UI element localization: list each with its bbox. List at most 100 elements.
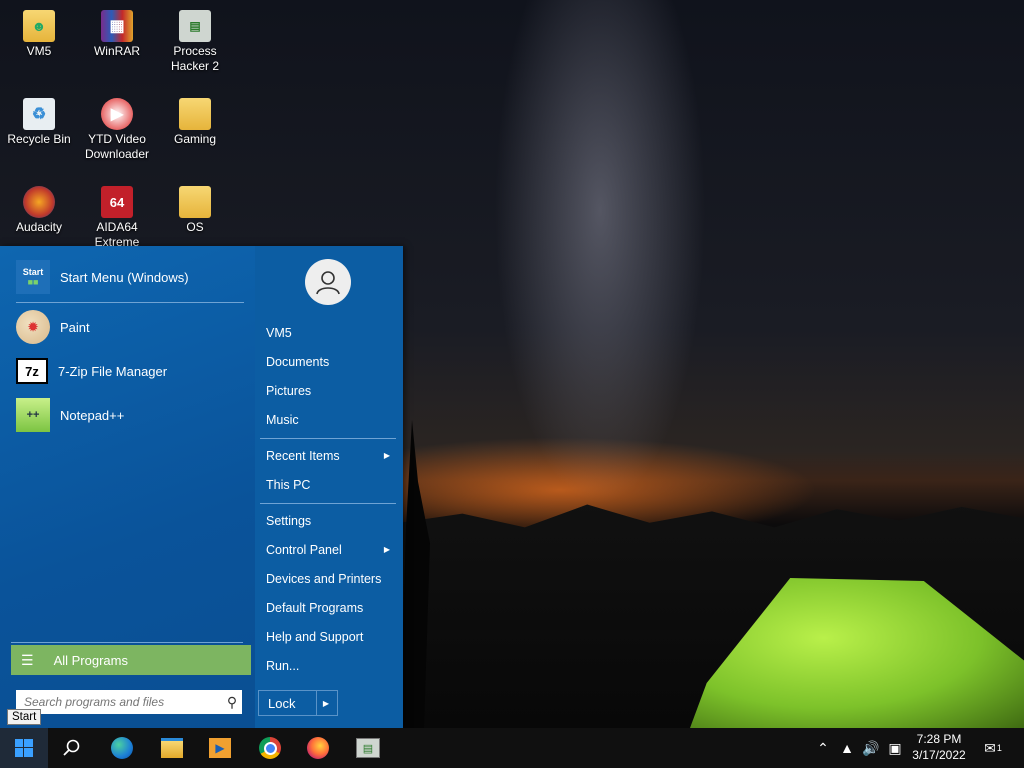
folder-icon	[179, 98, 211, 130]
start-button[interactable]	[0, 728, 48, 768]
start-menu-link-label: Help and Support	[266, 630, 364, 644]
start-menu-link-help-support[interactable]: Help and Support	[266, 626, 394, 648]
start-menu-item-start-menu-settings[interactable]: Start ■■ Start Menu (Windows)	[10, 259, 250, 295]
action-center-button[interactable]: ✉ 1	[978, 728, 1008, 768]
7zip-icon: 7z	[16, 358, 48, 384]
show-hidden-icons-button[interactable]: ⌃	[812, 728, 834, 768]
recycle-bin-icon: ♻	[23, 98, 55, 130]
process-hacker-icon: ▤	[179, 10, 211, 42]
search-input[interactable]	[22, 694, 222, 710]
aida64-icon: 64	[101, 186, 133, 218]
taskbar-firefox[interactable]	[294, 728, 342, 768]
desktop-icon-label: YTD Video Downloader	[84, 132, 150, 161]
start-menu-item-label: 7-Zip File Manager	[58, 363, 168, 379]
desktop-icon-gaming[interactable]: Gaming	[156, 98, 234, 147]
desktop-icon-os[interactable]: OS	[156, 186, 234, 235]
tray-network-disconnected[interactable]: ▲	[836, 728, 858, 768]
start-menu-link-label: This PC	[266, 478, 311, 492]
ytd-icon: ▶	[101, 98, 133, 130]
desktop-icon-aida64[interactable]: 64 AIDA64 Extreme	[78, 186, 156, 250]
start-menu-left-pane: Start ■■ Start Menu (Windows) ✹ Paint 7z…	[0, 246, 255, 728]
search-icon	[63, 739, 80, 756]
lock-button[interactable]: Lock	[268, 696, 316, 711]
all-programs-button[interactable]: ☰ All Programs	[11, 645, 251, 675]
start-menu-item-7zip[interactable]: 7z 7-Zip File Manager	[10, 353, 250, 389]
user-folder-icon: ☻	[23, 10, 55, 42]
start-menu-divider	[260, 503, 396, 504]
windows-start-icon	[15, 739, 33, 757]
start-menu-divider	[16, 302, 244, 303]
desktop-icon-audacity[interactable]: Audacity	[0, 186, 78, 235]
start-icon-text: Start	[22, 267, 44, 277]
start-menu-link-devices-printers[interactable]: Devices and Printers	[266, 568, 394, 590]
start-menu-link-vm5[interactable]: VM5	[266, 322, 394, 344]
media-player-icon: ▶	[209, 738, 231, 758]
start-menu-item-label: Notepad++	[60, 407, 125, 423]
taskbar-clock[interactable]: 7:28 PM 3/17/2022	[906, 731, 972, 763]
lock-button-group: Lock ▶	[258, 690, 338, 716]
desktop-icon-winrar[interactable]: ▦ WinRAR	[78, 10, 156, 59]
submenu-arrow-icon: ▶	[383, 545, 390, 554]
user-avatar[interactable]	[305, 259, 351, 305]
notepadpp-icon: ++	[16, 398, 50, 432]
start-menu-divider	[260, 438, 396, 439]
search-icon[interactable]: ⚲	[222, 694, 242, 711]
tray-volume[interactable]: 🔊	[860, 728, 882, 768]
start-menu-link-label: Default Programs	[266, 601, 364, 615]
start-menu-link-label: Documents	[266, 355, 330, 369]
start-menu-link-run[interactable]: Run...	[266, 655, 394, 677]
taskbar-search-button[interactable]	[48, 728, 96, 768]
start-menu-link-label: Pictures	[266, 384, 312, 398]
start-menu-item-notepadpp[interactable]: ++ Notepad++	[10, 397, 250, 433]
desktop-icon-label: OS	[186, 220, 204, 234]
desktop-icon-process-hacker[interactable]: ▤ Process Hacker 2	[156, 10, 234, 74]
desktop-icon-vm5[interactable]: ☻ VM5	[0, 10, 78, 59]
start-menu-item-paint[interactable]: ✹ Paint	[10, 309, 250, 345]
clock-time: 7:28 PM	[916, 732, 962, 746]
start-menu-item-label: Paint	[60, 319, 90, 335]
taskbar-process-hacker[interactable]: ▤	[344, 728, 392, 768]
taskbar-media-player[interactable]: ▶	[196, 728, 244, 768]
winrar-icon: ▦	[101, 10, 133, 42]
start-menu-link-recent-items[interactable]: Recent Items ▶	[266, 445, 394, 467]
taskbar-file-explorer[interactable]	[148, 728, 196, 768]
start-menu-link-settings[interactable]: Settings	[266, 510, 394, 532]
desktop-icon-ytd[interactable]: ▶ YTD Video Downloader	[78, 98, 156, 162]
desktop-icon-label: VM5	[26, 44, 52, 58]
start-menu-link-label: Control Panel	[266, 543, 342, 557]
taskbar-edge[interactable]	[98, 728, 146, 768]
process-hacker-icon: ▤	[356, 738, 380, 758]
submenu-arrow-icon: ▶	[383, 451, 390, 460]
taskbar-chrome[interactable]	[246, 728, 294, 768]
start-menu-search-box[interactable]: ⚲	[16, 690, 242, 714]
start-menu-link-default-programs[interactable]: Default Programs	[266, 597, 394, 619]
firefox-icon	[307, 737, 329, 759]
start-menu-divider	[11, 642, 243, 643]
clock-date: 3/17/2022	[912, 748, 966, 762]
network-icon: ▣	[888, 739, 902, 756]
start-menu-link-this-pc[interactable]: This PC	[266, 474, 394, 496]
start-menu-link-label: Recent Items	[266, 449, 340, 463]
start-menu-link-documents[interactable]: Documents	[266, 351, 394, 373]
audacity-icon	[23, 186, 55, 218]
start-menu-link-label: Settings	[266, 514, 312, 528]
start-tooltip: Start	[7, 709, 42, 725]
start-menu-link-control-panel[interactable]: Control Panel ▶	[266, 539, 394, 561]
notification-count: 1	[996, 743, 1002, 753]
desktop-icon-recycle-bin[interactable]: ♻ Recycle Bin	[0, 98, 78, 147]
start-menu: Start ■■ Start Menu (Windows) ✹ Paint 7z…	[0, 246, 403, 728]
file-explorer-icon	[161, 738, 183, 758]
notification-icon: ✉	[984, 739, 996, 756]
desktop-icon-label: Process Hacker 2	[170, 44, 220, 73]
start-menu-link-music[interactable]: Music	[266, 409, 394, 431]
start-menu-item-label: Start Menu (Windows)	[60, 269, 189, 285]
tray-network[interactable]: ▣	[884, 728, 906, 768]
chevron-up-icon: ⌃	[817, 739, 829, 756]
start-menu-link-pictures[interactable]: Pictures	[266, 380, 394, 402]
volume-icon: 🔊	[862, 739, 880, 756]
edge-icon	[111, 737, 133, 759]
desktop-icon-label: WinRAR	[93, 44, 140, 58]
start-menu-link-label: Run...	[266, 659, 300, 673]
lock-options-arrow-icon[interactable]: ▶	[316, 691, 335, 715]
desktop-icon-label: Audacity	[15, 220, 63, 234]
